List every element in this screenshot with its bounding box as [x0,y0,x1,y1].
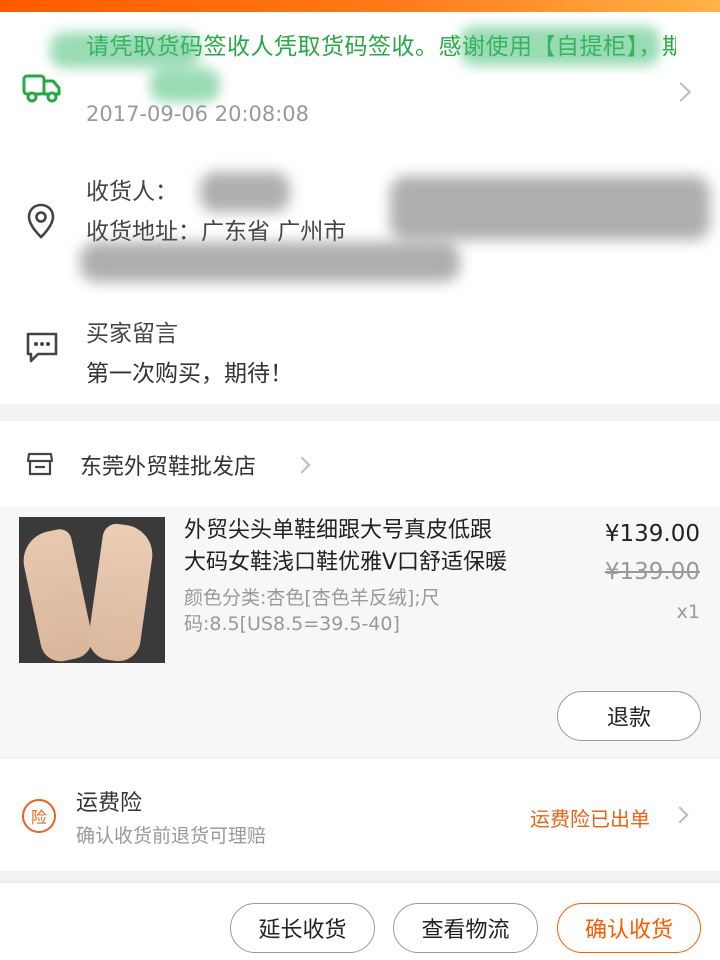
location-pin-icon [27,203,55,239]
redaction-mark [460,26,660,66]
redaction-mark [50,32,200,68]
view-logistics-button[interactable]: 查看物流 [393,903,538,953]
logistics-time: 2017-09-06 20:08:08 [86,102,310,126]
insurance-title: 运费险 [76,791,143,816]
insurance-subtitle: 确认收货前退货可理赔 [76,825,267,847]
redaction-mark [390,176,710,240]
shoe-image [19,527,96,663]
store-icon [26,452,54,476]
shoe-image [85,522,157,663]
product-price: ¥139.00 [604,521,700,547]
buyer-message-body: 第一次购买，期待！ [86,361,293,387]
chevron-right-icon [671,806,689,824]
product-original-price: ¥139.00 [604,559,700,585]
top-accent-bar [0,0,720,12]
product-spec: 颜色分类:杏色[杏色羊反绒];尺码:8.5[US8.5=39.5-40] [184,587,440,635]
product-quantity: x1 [676,601,700,623]
product-title[interactable]: 外贸尖头单鞋细跟大号真皮低跟 大码女鞋浅口鞋优雅V口舒适保暖 [184,515,564,579]
shipping-insurance-section[interactable]: 险 运费险 确认收货前退货可理赔 运费险已出单 [0,759,720,871]
address-label: 收货地址：广东省 广州市 [86,219,347,245]
truck-icon [22,74,61,103]
logistics-section[interactable]: 请凭取货码签收人凭取货码签收。感谢使用【自提柜】，期待再次为您服务。 2017-… [0,12,720,150]
redaction-mark [200,172,290,212]
redaction-mark [150,68,220,102]
insurance-icon: 险 [22,799,56,833]
product-item[interactable]: 外贸尖头单鞋细跟大号真皮低跟 大码女鞋浅口鞋优雅V口舒适保暖 颜色分类:杏色[杏… [0,507,720,757]
shop-header[interactable]: 东莞外贸鞋批发店 [0,421,720,507]
recipient-label: 收货人： [86,179,178,205]
product-title-line1: 外贸尖头单鞋细跟大号真皮低跟 [184,518,493,543]
redaction-mark [80,242,460,282]
buyer-message-title: 买家留言 [86,321,178,347]
shop-name: 东莞外贸鞋批发店 [80,455,257,480]
address-section[interactable]: 收货人： 收货地址：广东省 广州市 [0,150,720,294]
extend-receipt-button[interactable]: 延长收货 [230,903,375,953]
refund-button[interactable]: 退款 [557,691,701,741]
chevron-right-icon [671,82,691,102]
bottom-action-bar: 延长收货 查看物流 确认收货 [0,882,720,960]
product-title-line2: 大码女鞋浅口鞋优雅V口舒适保暖 [184,550,508,575]
buyer-message-section: 买家留言 第一次购买，期待！ [0,294,720,404]
chat-bubble-icon [26,332,58,363]
insurance-status[interactable]: 运费险已出单 [530,803,650,832]
confirm-receipt-button[interactable]: 确认收货 [557,903,701,953]
product-thumbnail[interactable] [19,517,165,663]
chevron-right-icon [293,456,311,474]
